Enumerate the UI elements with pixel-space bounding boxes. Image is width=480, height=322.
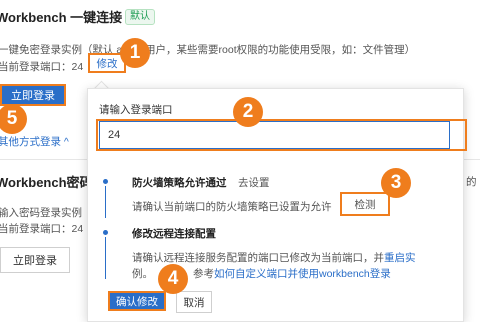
default-badge: 默认 xyxy=(125,9,155,25)
callout-2: 2 xyxy=(233,97,263,127)
step2-description-text: 请确认远程连接服务配置的端口已修改为当前端口，并 xyxy=(132,252,384,264)
step1-dot xyxy=(103,179,108,184)
step2-dot xyxy=(103,230,108,235)
custom-port-doc-link[interactable]: 如何自定义端口并使用workbench登录 xyxy=(214,268,391,280)
restart-instance-link[interactable]: 重启实 xyxy=(384,252,416,264)
other-login-methods-link[interactable]: 其他方式登录 ^ xyxy=(0,134,69,149)
callout-3: 3 xyxy=(381,168,411,198)
step1-line xyxy=(105,186,106,218)
section1-title: Workbench 一键连接 xyxy=(0,10,123,25)
section2-right-text: 的 xyxy=(466,176,477,188)
detect-link[interactable]: 检测 xyxy=(340,192,390,216)
confirm-modify-button[interactable]: 确认修改 xyxy=(108,291,166,311)
section1-port-label: 当前登录端口：24 xyxy=(0,61,84,73)
login-now-button[interactable]: 立即登录 xyxy=(0,84,66,106)
step2-reference-text: 参考 xyxy=(193,268,214,280)
callout-4: 4 xyxy=(158,264,188,294)
section2-description: 输入密码登录实例 xyxy=(0,207,82,219)
section2-port-label: 当前登录端口：24 xyxy=(0,223,84,235)
step2-title: 修改远程连接配置 xyxy=(132,228,216,240)
callout-1: 1 xyxy=(120,38,150,68)
step2-line xyxy=(105,237,106,279)
step2-description-line1: 请确认远程连接服务配置的端口已修改为当前端口，并重启实 xyxy=(132,250,416,265)
section1-description: 一键免密登录实例（默认 admin用户，某些需要root权限的功能使用受限，如：… xyxy=(0,44,416,56)
modify-port-label: 修改 xyxy=(96,57,118,70)
step2-line2-text: 例。 xyxy=(132,268,153,280)
callout-5: 5 xyxy=(0,104,27,134)
password-login-button[interactable]: 立即登录 xyxy=(0,247,70,273)
step1-title: 防火墙策略允许通过 xyxy=(132,177,227,189)
step1-description: 请确认当前端口的防火墙策略已设置为允许 xyxy=(132,201,332,213)
port-input-label: 请输入登录端口 xyxy=(99,104,173,116)
detect-label: 检测 xyxy=(354,198,376,211)
cancel-button[interactable]: 取消 xyxy=(176,291,212,313)
input-highlight-frame xyxy=(96,119,467,151)
firewall-settings-link[interactable]: 去设置 xyxy=(238,175,270,190)
